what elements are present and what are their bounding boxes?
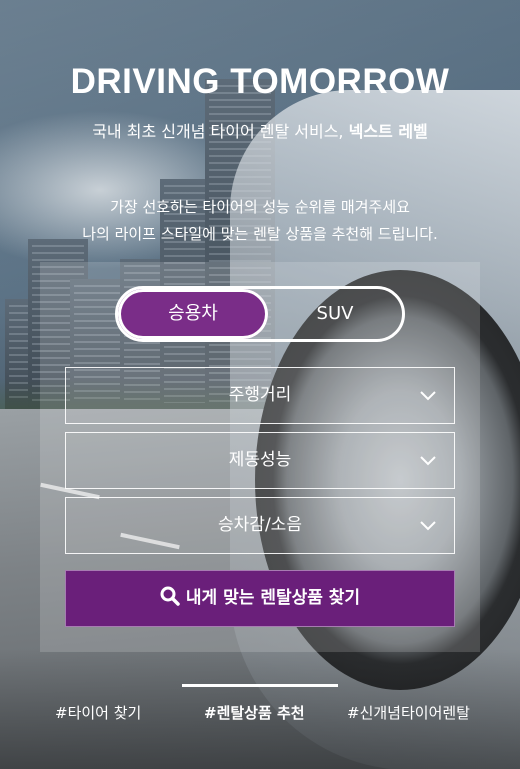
select-braking-label: 제동성능 <box>228 450 292 470</box>
intro-text: 가장 선호하는 타이어의 성능 순위를 매겨주세요 나의 라이프 스타일에 맞는… <box>0 194 520 248</box>
chevron-down-icon <box>420 521 436 531</box>
vehicle-type-toggle: 승용차 SUV <box>115 286 405 342</box>
intro-line-1: 가장 선호하는 타이어의 성능 순위를 매겨주세요 <box>110 198 410 216</box>
brand-name: 넥스트 레벨 <box>348 122 428 141</box>
tab-find-tire[interactable]: #타이어 찾기 <box>55 702 141 723</box>
select-comfort-noise[interactable]: 승차감/소음 <box>65 497 455 554</box>
select-mileage[interactable]: 주행거리 <box>65 367 455 424</box>
intro-line-2: 나의 라이프 스타일에 맞는 렌탈 상품을 추천해 드립니다. <box>82 225 438 243</box>
toggle-sedan[interactable]: 승용차 <box>118 289 268 339</box>
find-rental-button-label: 내게 맞는 렌탈상품 찾기 <box>185 588 361 608</box>
select-braking[interactable]: 제동성능 <box>65 432 455 489</box>
hero-subtitle-text: 국내 최초 신개념 타이어 렌탈 서비스, <box>92 122 349 141</box>
chevron-down-icon <box>420 456 436 466</box>
page: DRIVING TOMORROW 국내 최초 신개념 타이어 렌탈 서비스, 넥… <box>0 0 520 769</box>
hero-title: DRIVING TOMORROW <box>70 62 450 101</box>
select-mileage-label: 주행거리 <box>228 385 292 405</box>
active-tab-indicator <box>182 684 338 687</box>
hero-subtitle: 국내 최초 신개념 타이어 렌탈 서비스, 넥스트 레벨 <box>0 118 520 142</box>
toggle-suv[interactable]: SUV <box>268 289 402 339</box>
search-icon <box>160 586 180 606</box>
tab-rental-recommend[interactable]: #렌탈상품 추천 <box>204 702 305 723</box>
tab-new-tire-rental[interactable]: #신개념타이어렌탈 <box>347 702 470 723</box>
select-comfort-noise-label: 승차감/소음 <box>218 515 302 535</box>
chevron-down-icon <box>420 391 436 401</box>
find-rental-button[interactable]: 내게 맞는 렌탈상품 찾기 <box>65 570 455 627</box>
